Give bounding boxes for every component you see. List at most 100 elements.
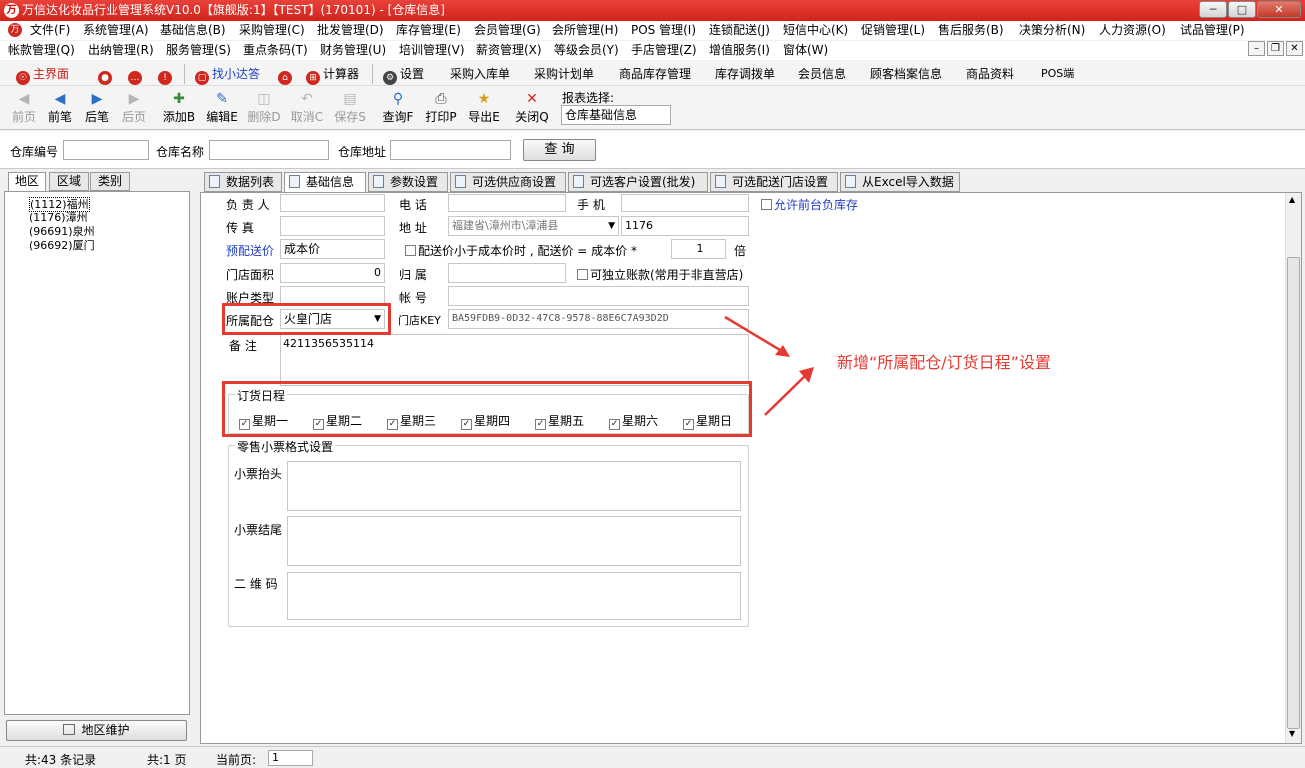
menu-trial[interactable]: 试品管理(P): [1180, 21, 1245, 40]
menu-store[interactable]: 手店管理(Z): [631, 41, 697, 60]
menu-club[interactable]: 会所管理(H): [552, 21, 618, 40]
tab-suppliers[interactable]: 可选供应商设置: [450, 172, 566, 192]
pos-link[interactable]: POS端: [1041, 65, 1074, 83]
price-input[interactable]: 成本价: [280, 239, 385, 259]
tab-category[interactable]: 类别: [90, 172, 130, 191]
scroll-down-icon[interactable]: ▼: [1289, 729, 1295, 738]
stock-manage-link[interactable]: 商品库存管理: [619, 65, 691, 83]
menu-chain[interactable]: 连锁配送(J): [709, 21, 770, 40]
menu-window[interactable]: 窗体(W): [783, 41, 828, 60]
report-select[interactable]: 仓库基础信息: [561, 105, 671, 125]
menu-finance[interactable]: 财务管理(U): [320, 41, 386, 60]
scroll-thumb[interactable]: [1287, 257, 1300, 729]
product-info-link[interactable]: 商品资料: [966, 65, 1014, 83]
phone-input[interactable]: [448, 194, 566, 212]
price-multiplier-input[interactable]: 1: [671, 239, 726, 259]
tab-params[interactable]: 参数设置: [368, 172, 448, 192]
mobile-input[interactable]: [621, 194, 749, 212]
tab-customers[interactable]: 可选客户设置(批发): [568, 172, 708, 192]
receipt-footer-input[interactable]: [287, 516, 741, 566]
menu-system[interactable]: 系统管理(A): [83, 21, 149, 40]
mdi-minimize-button[interactable]: –: [1248, 41, 1265, 56]
menu-hr[interactable]: 人力资源(O): [1099, 21, 1166, 40]
menu-value-added[interactable]: 增值服务(I): [709, 41, 770, 60]
warehouse-code-input[interactable]: [63, 140, 149, 160]
remark-input[interactable]: 4211356535114: [280, 334, 749, 386]
menu-cashier[interactable]: 出纳管理(R): [88, 41, 154, 60]
delete-button[interactable]: ◫ 删除D: [244, 90, 284, 125]
menu-analysis[interactable]: 决策分析(N): [1019, 21, 1085, 40]
mdi-restore-button[interactable]: ❐: [1267, 41, 1284, 56]
menu-salary[interactable]: 薪资管理(X): [476, 41, 542, 60]
fax-input[interactable]: [280, 216, 385, 236]
member-info-link[interactable]: 会员信息: [798, 65, 846, 83]
menu-barcode[interactable]: 重点条码(T): [243, 41, 308, 60]
customer-archive-link[interactable]: 顾客档案信息: [870, 65, 942, 83]
next-record-button[interactable]: ▶ 后笔: [77, 90, 117, 125]
query-button[interactable]: ⚲ 查询F: [378, 90, 418, 125]
menu-service[interactable]: 服务管理(S): [166, 41, 231, 60]
last-page-button[interactable]: ▶ 后页: [114, 90, 154, 125]
tab-region[interactable]: 地区: [8, 172, 46, 192]
price-label[interactable]: 预配送价: [226, 242, 274, 259]
allow-negative-stock[interactable]: 允许前台负库存: [761, 196, 858, 213]
address-code-input[interactable]: 1176: [621, 216, 749, 236]
mdi-close-button[interactable]: ✕: [1286, 41, 1303, 56]
xiaoda-link[interactable]: ▢ 找小达答: [195, 65, 260, 85]
prev-record-button[interactable]: ◀ 前笔: [40, 90, 80, 125]
cancel-button[interactable]: ↶ 取消C: [287, 90, 327, 125]
vertical-scrollbar[interactable]: ▲ ▼: [1285, 193, 1301, 743]
export-button[interactable]: ★ 导出E: [464, 90, 504, 125]
belong-input[interactable]: [448, 263, 566, 283]
tree-node-xiamen[interactable]: (96692)厦门: [29, 239, 95, 252]
price-rule[interactable]: 配送价小于成本价时 , 配送价 = 成本价 *: [405, 242, 637, 259]
menu-promotion[interactable]: 促销管理(L): [861, 21, 925, 40]
tab-basic-info[interactable]: 基础信息: [284, 172, 366, 193]
chat-shortcut[interactable]: …: [128, 65, 145, 85]
settings-link[interactable]: ⚙ 设置: [383, 65, 424, 85]
menu-accounts[interactable]: 帐款管理(Q): [8, 41, 75, 60]
warehouse-name-input[interactable]: [209, 140, 329, 160]
region-maintain-button[interactable]: 地区维护: [6, 720, 187, 741]
calculator-link[interactable]: ⊞ 计算器: [306, 65, 359, 85]
menu-wholesale[interactable]: 批发管理(D): [317, 21, 384, 40]
tip-shortcut[interactable]: !: [158, 65, 175, 85]
main-screen-link[interactable]: ☉ 主界面: [16, 65, 69, 85]
menu-aftersales[interactable]: 售后服务(B): [938, 21, 1004, 40]
close-window-button[interactable]: ✕: [1257, 1, 1301, 18]
independent-account[interactable]: 可独立账款(常用于非直营店): [577, 266, 743, 283]
tab-delivery-stores[interactable]: 可选配送门店设置: [710, 172, 838, 192]
search-button[interactable]: 查 询: [523, 139, 596, 161]
purchase-plan-link[interactable]: 采购计划单: [534, 65, 594, 83]
minimize-button[interactable]: ─: [1199, 1, 1227, 18]
edit-button[interactable]: ✎ 编辑E: [202, 90, 242, 125]
add-button[interactable]: ✚ 添加B: [159, 90, 199, 125]
manager-input[interactable]: [280, 194, 385, 212]
warehouse-addr-input[interactable]: [390, 140, 511, 160]
address-select[interactable]: 福建省\漳州市\漳浦县 ▼: [448, 216, 619, 236]
first-page-button[interactable]: ◀ 前页: [4, 90, 44, 125]
tab-area[interactable]: 区域: [49, 172, 89, 191]
menu-basic-info[interactable]: 基础信息(B): [160, 21, 226, 40]
scroll-up-icon[interactable]: ▲: [1289, 195, 1295, 204]
lock-shortcut[interactable]: ●: [98, 65, 115, 85]
menu-training[interactable]: 培训管理(V): [399, 41, 465, 60]
print-button[interactable]: ⎙ 打印P: [421, 90, 461, 125]
tab-data-list[interactable]: 数据列表: [204, 172, 282, 192]
area-input[interactable]: 0: [280, 263, 385, 283]
purchase-receipt-link[interactable]: 采购入库单: [450, 65, 510, 83]
transfer-link[interactable]: 库存调拨单: [715, 65, 775, 83]
app-menu-icon[interactable]: 万: [8, 23, 22, 37]
tab-excel-import[interactable]: 从Excel导入数据: [840, 172, 960, 192]
menu-file[interactable]: 文件(F): [30, 21, 70, 40]
tree-node-quanzhou[interactable]: (96691)泉州: [29, 225, 95, 238]
menu-pos[interactable]: POS 管理(I): [631, 21, 696, 40]
restore-button[interactable]: □: [1228, 1, 1256, 18]
menu-purchase[interactable]: 采购管理(C): [239, 21, 305, 40]
tree-node-zhangzhou[interactable]: (1176)漳州: [29, 211, 88, 224]
menu-sms[interactable]: 短信中心(K): [783, 21, 848, 40]
account-no-input[interactable]: [448, 286, 749, 306]
store-key-input[interactable]: BA59FDB9-0D32-47C8-9578-88E6C7A93D2D: [448, 309, 749, 329]
save-button[interactable]: ▤ 保存S: [330, 90, 370, 125]
receipt-header-input[interactable]: [287, 461, 741, 511]
